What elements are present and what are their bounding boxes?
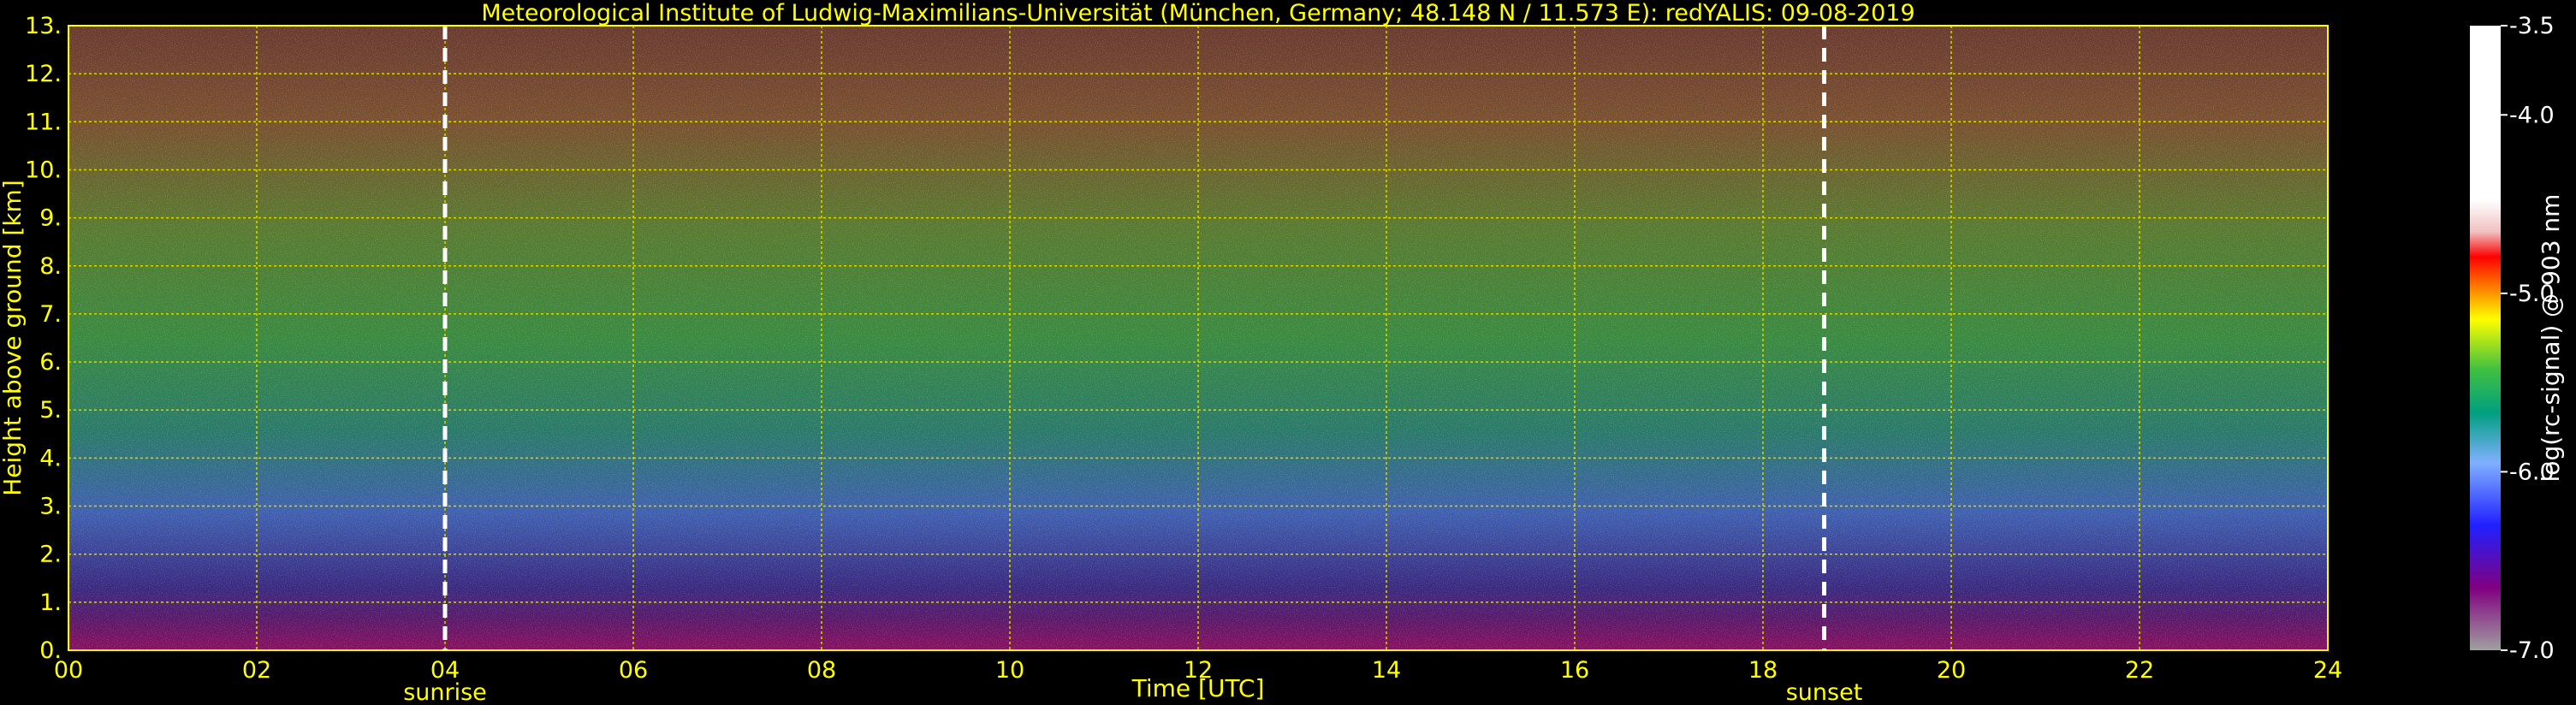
colorbar-label: log(rc-signal) @ 903 nm (2537, 194, 2565, 483)
chart-title: Meteorological Institute of Ludwig-Maxim… (481, 0, 1914, 27)
x-axis-label: Time [UTC] (1131, 674, 1265, 702)
y-tick-label: 4. (39, 445, 62, 471)
x-tick-label: 20 (1937, 657, 1966, 684)
y-tick-label: 5. (39, 397, 62, 424)
x-tick-label: 24 (2313, 657, 2342, 684)
x-tick-label: 08 (807, 657, 836, 684)
x-tick-label: 06 (619, 657, 648, 684)
colorbar: -3.5-4.0-5.0-6.0-7.0 log(rc-signal) @ 90… (2470, 13, 2565, 664)
lidar-chart: Meteorological Institute of Ludwig-Maxim… (0, 0, 2565, 705)
x-tick-label: 10 (995, 657, 1024, 684)
x-tick-label: 18 (1748, 657, 1778, 684)
y-axis-label: Height above ground [km] (0, 180, 27, 496)
y-tick-label: 1. (39, 589, 62, 616)
y-tick-labels: 0. 1. 2. 3. 4. 5. 6. 7. 8. 9. 10. 11. 12. 13. (25, 13, 62, 664)
y-tick-label: 13. (25, 13, 62, 39)
x-tick-label: 16 (1560, 657, 1589, 684)
colorbar-tick-label: -3.5 (2509, 13, 2555, 39)
y-tick-label: 3. (39, 494, 62, 520)
y-tick-label: 12. (25, 61, 62, 87)
y-tick-label: 2. (39, 542, 62, 568)
y-tick-label: 6. (39, 349, 62, 376)
event-label: sunset (1786, 679, 1863, 705)
x-tick-label: 02 (242, 657, 271, 684)
x-tick-label: 14 (1372, 657, 1401, 684)
colorbar-scale (2470, 26, 2501, 650)
y-tick-label: 9. (39, 205, 62, 232)
y-tick-label: 10. (25, 157, 62, 183)
plot-area (68, 25, 2329, 651)
y-tick-label: 7. (39, 301, 62, 328)
y-tick-label: 11. (25, 109, 62, 135)
y-tick-label: 0. (39, 637, 62, 664)
x-tick-label: 22 (2125, 657, 2154, 684)
colorbar-tick-label: -7.0 (2509, 637, 2555, 664)
y-tick-label: 8. (39, 253, 62, 280)
event-label: sunrise (403, 679, 487, 705)
colorbar-tick-label: -4.0 (2509, 102, 2555, 128)
